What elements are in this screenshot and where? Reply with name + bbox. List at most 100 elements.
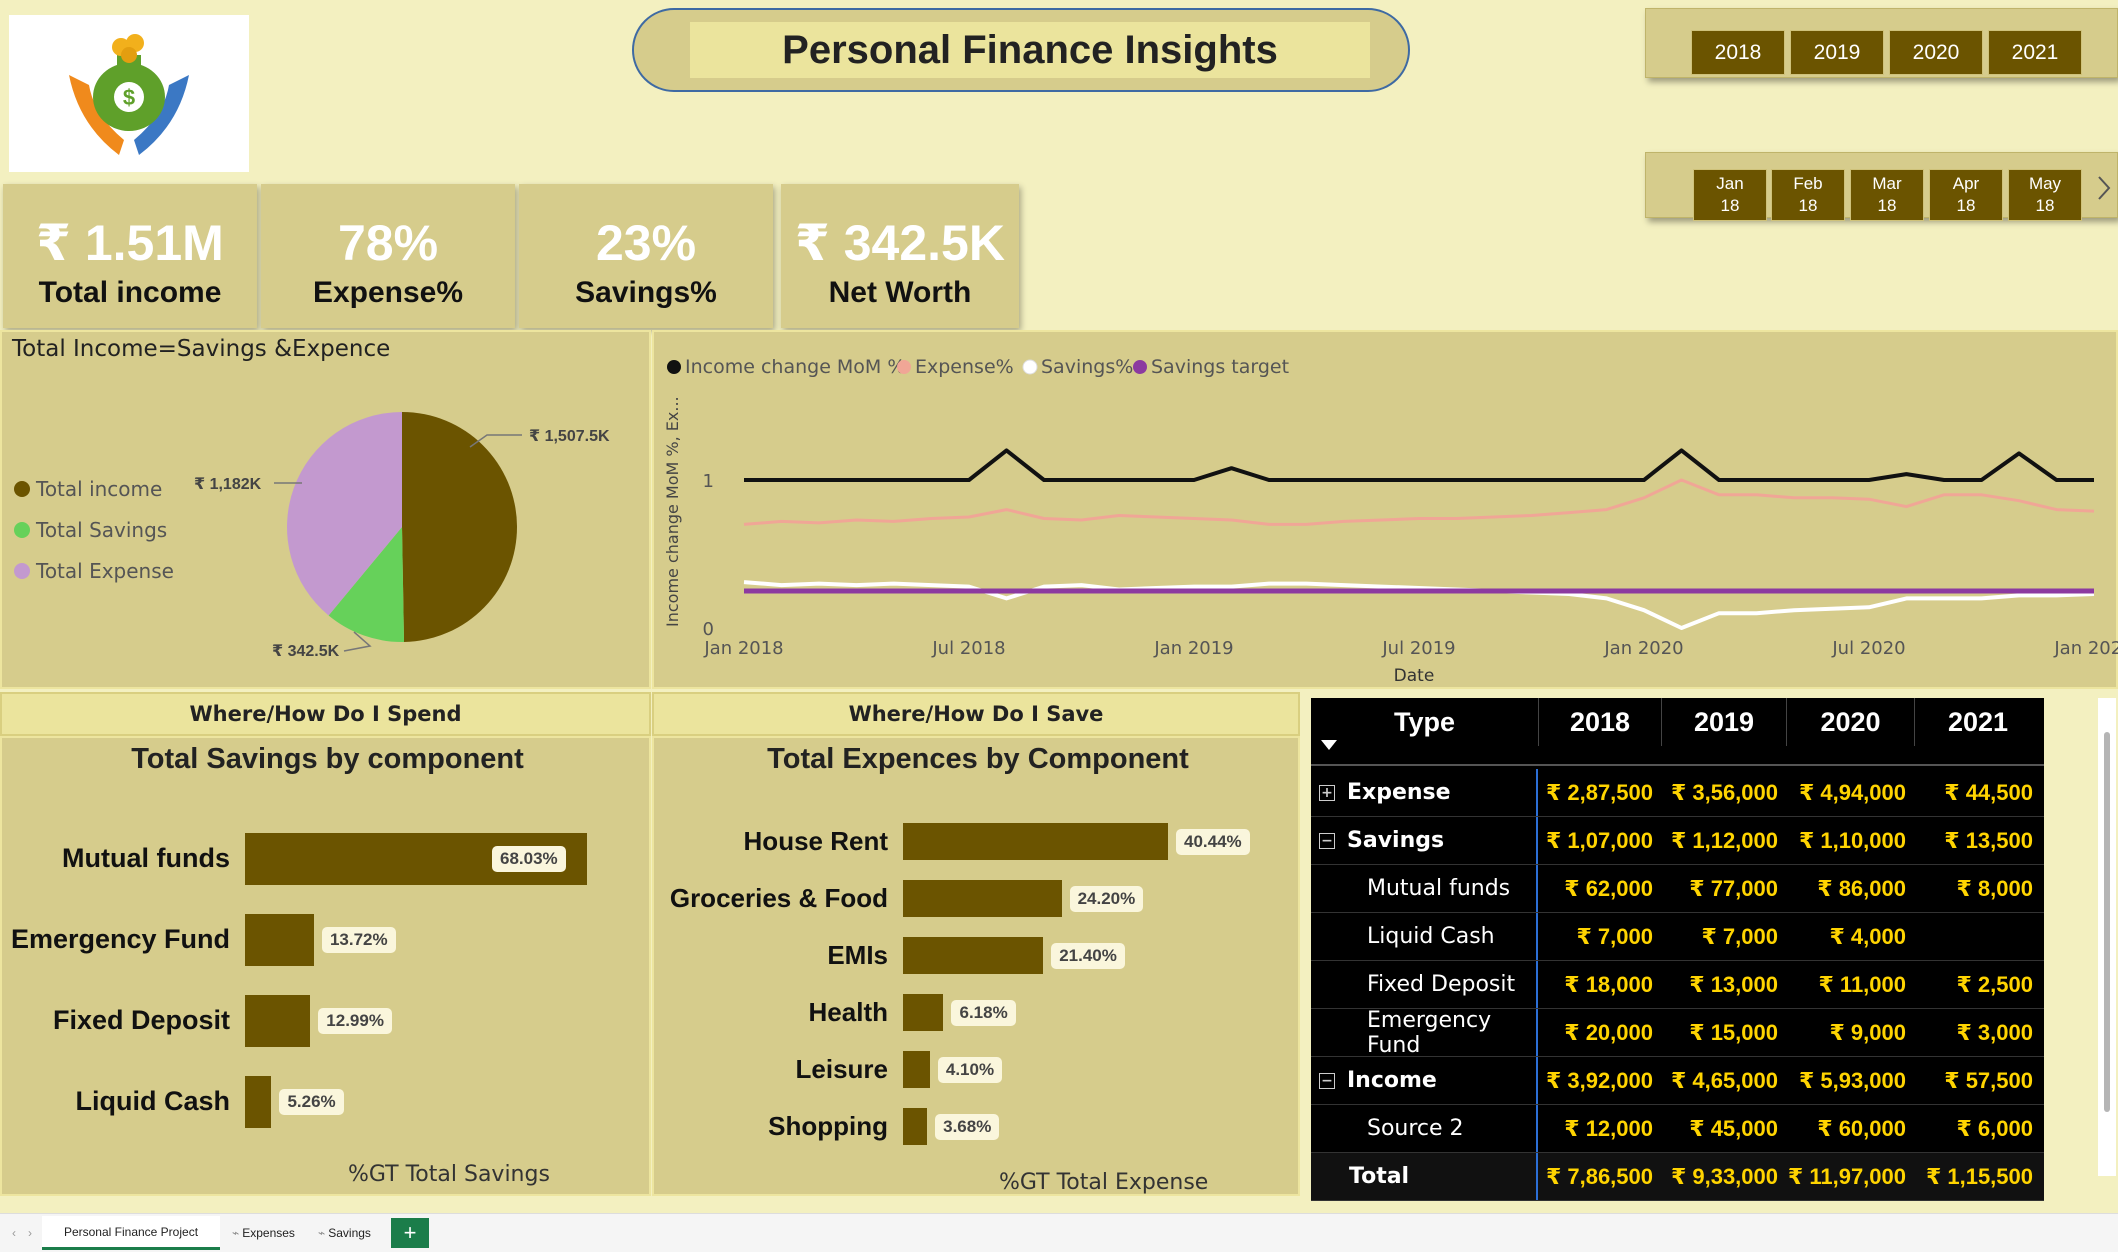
month-button-jan[interactable]: Jan 18 — [1693, 169, 1767, 221]
matrix-value-cell: ₹ 2,87,500 — [1545, 779, 1653, 805]
matrix-value-cell: ₹ 44,500 — [1944, 779, 2033, 805]
matrix-column-header[interactable]: 2021 — [1914, 698, 2041, 746]
tab-savings[interactable]: ⌁ Savings — [308, 1216, 388, 1250]
matrix-value-cell — [1914, 913, 2041, 960]
bar-health[interactable] — [903, 994, 944, 1031]
y-axis-title: Income change MoM %, Ex... — [663, 396, 682, 627]
matrix-row-label: Fixed Deposit — [1311, 961, 1538, 1008]
matrix-row-text: Source 2 — [1367, 1116, 1464, 1141]
chart-title: Total Expences by Component — [767, 743, 1189, 775]
matrix-row: − Savings ₹ 1,07,000 ₹ 1,12,000 ₹ 1,10,000 ₹ … — [1311, 817, 2044, 865]
matrix-scrollbar[interactable] — [2098, 698, 2116, 1176]
bar-groceries-food[interactable] — [903, 880, 1062, 917]
matrix-value-cell: ₹ 15,000 — [1689, 1019, 1778, 1045]
chevron-right-icon[interactable] — [2094, 173, 2114, 203]
x-tick-label: Jan 2021 — [2053, 638, 2118, 659]
expand-icon[interactable]: + — [1319, 784, 1335, 801]
matrix-row: Liquid Cash ₹ 7,000 ₹ 7,000 ₹ 4,000 — [1311, 913, 2044, 961]
matrix-value-cell: ₹ 8,000 — [1956, 875, 2033, 901]
add-page-button[interactable]: + — [391, 1218, 429, 1248]
matrix-value-cell: ₹ 1,12,000 — [1670, 827, 1778, 853]
matrix-value-cell: ₹ 86,000 — [1817, 875, 1906, 901]
bar-category-label: House Rent — [743, 825, 888, 856]
month-button-may[interactable]: May 18 — [2008, 169, 2082, 221]
month-button-mar[interactable]: Mar 18 — [1850, 169, 1924, 221]
matrix-value-cell: ₹ 7,000 — [1576, 923, 1653, 949]
bar-data-label: 24.20% — [1069, 885, 1144, 912]
year-button-2020[interactable]: 2020 — [1889, 30, 1983, 75]
bar-shopping[interactable] — [903, 1108, 928, 1145]
matrix-header-row: Type 2018 2019 2020 2021 — [1311, 698, 2044, 766]
matrix-row-label[interactable]: − Income — [1311, 1057, 1538, 1104]
y-tick-label: 0 — [703, 619, 714, 640]
x-tick-label: Jul 2019 — [1381, 638, 1455, 659]
month-button-feb[interactable]: Feb 18 — [1771, 169, 1845, 221]
matrix-row-text: Expense — [1347, 780, 1451, 805]
bar-liquid-cash[interactable] — [245, 1076, 272, 1128]
chart-title: Total Savings by component — [131, 743, 524, 775]
matrix-value-cell: ₹ 11,97,000 — [1787, 1163, 1906, 1189]
kpi-label: Expense% — [312, 276, 464, 309]
x-tick-label: Jan 2020 — [1603, 638, 1683, 659]
year-button-2021[interactable]: 2021 — [1988, 30, 2082, 75]
page-tab-bar: ‹ › Personal Finance Project ⌁ Expenses ⌁… — [0, 1213, 2118, 1252]
matrix-value-cell: ₹ 7,000 — [1701, 923, 1778, 949]
matrix-column-header[interactable]: 2019 — [1661, 698, 1786, 746]
bar-emergency-fund[interactable] — [245, 914, 314, 966]
matrix-row-text: Income — [1347, 1068, 1437, 1093]
month-name: May — [2028, 174, 2062, 193]
kpi-value: 23% — [595, 215, 697, 271]
money-bag-hands-icon: $ — [69, 34, 189, 155]
tab-scroll-right-icon[interactable]: › — [18, 1216, 42, 1250]
tab-personal-finance-project[interactable]: Personal Finance Project — [42, 1216, 220, 1250]
bar-house-rent[interactable] — [903, 823, 1168, 860]
legend-swatch — [1022, 359, 1038, 375]
bar-leisure[interactable] — [903, 1051, 930, 1088]
matrix-value-cell: ₹ 1,07,000 — [1545, 827, 1653, 853]
matrix-value-cell: ₹ 9,33,000 — [1670, 1163, 1778, 1189]
x-axis-title: %GT Total Savings — [348, 1162, 550, 1187]
tab-expenses[interactable]: ⌁ Expenses — [222, 1216, 307, 1250]
line-chart: Income change MoM % Expense% Savings% Savin… — [663, 356, 2118, 686]
kpi-label: Net Worth — [828, 276, 972, 309]
savings-component-panel: Total Savings by component Mutual funds 6… — [0, 736, 651, 1196]
legend-label: Savings target — [1151, 356, 1289, 378]
kpi-savings-pct: 23% Savings% — [519, 184, 773, 328]
matrix-row-label[interactable]: + Expense — [1311, 769, 1538, 816]
matrix-value-cell: ₹ 2,500 — [1956, 971, 2033, 997]
collapse-icon[interactable]: − — [1319, 1072, 1335, 1089]
month-year: 18 — [1877, 196, 1897, 215]
year-button-2018[interactable]: 2018 — [1691, 30, 1785, 75]
expense-component-panel: Total Expences by Component House Rent 40… — [652, 736, 1300, 1196]
scrollbar-thumb[interactable] — [2104, 732, 2110, 1112]
bar-data-label: 4.10% — [937, 1056, 1003, 1083]
matrix-value-cell: ₹ 13,000 — [1689, 971, 1778, 997]
matrix-row-label[interactable]: − Savings — [1311, 817, 1538, 864]
matrix-column-header[interactable]: 2020 — [1786, 698, 1914, 746]
bar-data-label: 5.26% — [279, 1089, 344, 1115]
matrix-column-header[interactable]: 2018 — [1538, 698, 1661, 746]
matrix-value-cell: ₹ 45,000 — [1689, 1115, 1778, 1141]
month-name: Jan — [1716, 174, 1744, 193]
pie-label-expense: ₹ 1,182K — [194, 476, 262, 493]
bar-fixed-deposit[interactable] — [245, 995, 311, 1047]
matrix-row: Source 2 ₹ 12,000 ₹ 45,000 ₹ 60,000 ₹ 6,000 — [1311, 1105, 2044, 1153]
matrix-value-cell: ₹ 5,93,000 — [1798, 1067, 1906, 1093]
matrix-value-cell: ₹ 4,000 — [1829, 923, 1906, 949]
month-button-apr[interactable]: Apr 18 — [1929, 169, 2003, 221]
matrix-column-header[interactable]: Type — [1311, 698, 1538, 746]
x-tick-label: Jan 2018 — [703, 638, 783, 659]
matrix-row-label: Source 2 — [1311, 1105, 1538, 1152]
year-button-2019[interactable]: 2019 — [1790, 30, 1884, 75]
bar-data-label: 21.40% — [1051, 942, 1125, 969]
bar-data-label: 40.44% — [1176, 828, 1250, 855]
matrix-row-text: Total — [1349, 1164, 1410, 1189]
bar-emis[interactable] — [903, 937, 1044, 974]
hidden-page-icon: ⌁ — [232, 1226, 240, 1240]
pie-slice-total-income — [402, 412, 517, 642]
collapse-icon[interactable]: − — [1319, 832, 1335, 849]
sort-caret-icon[interactable] — [1321, 740, 1337, 750]
month-year: 18 — [2035, 196, 2055, 215]
kpi-value: ₹ 342.5K — [795, 215, 1005, 271]
legend-label: Income change MoM % — [685, 356, 905, 378]
